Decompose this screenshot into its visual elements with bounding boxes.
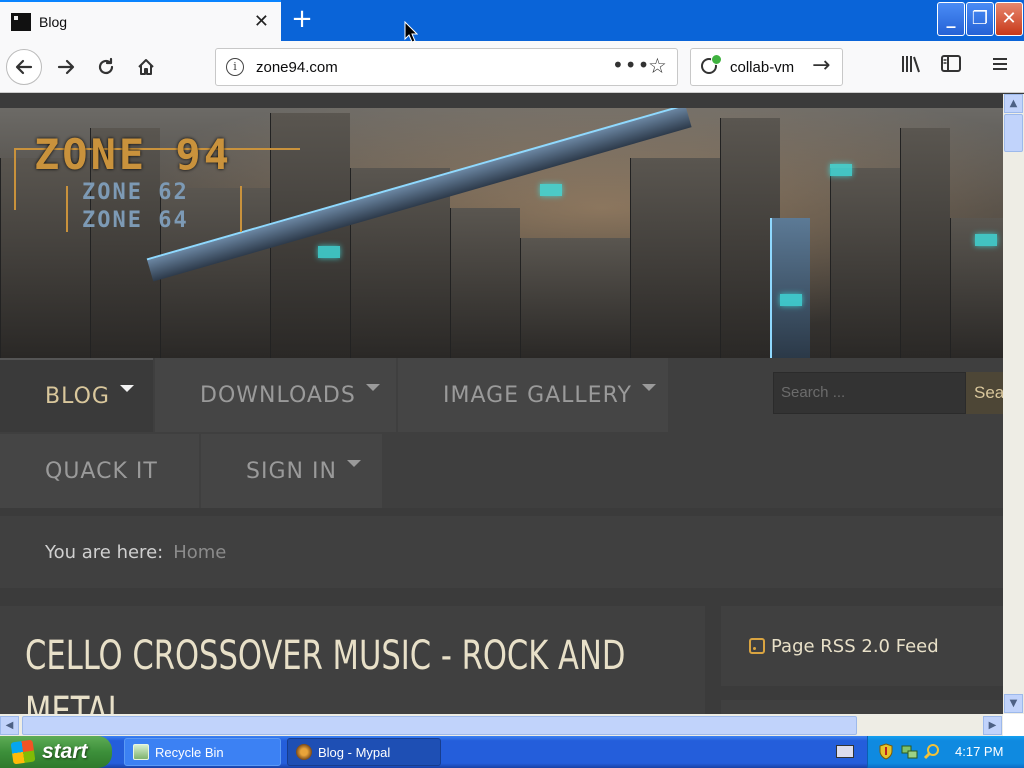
menu-label: DOWNLOADS (200, 382, 356, 408)
rss-feed-link[interactable]: Page RSS 2.0 Feed (771, 636, 939, 657)
dropdown-caret-icon (119, 384, 134, 392)
scroll-left-arrow-icon[interactable]: ◀ (0, 716, 19, 735)
article-panel: CELLO CROSSOVER MUSIC - ROCK AND METAL (0, 606, 705, 714)
tab-close-icon[interactable]: ✕ (254, 11, 269, 32)
windows-flag-icon (10, 739, 36, 765)
taskbar: start Recycle Bin Blog - Mypal 4:17 PM (0, 736, 1024, 768)
menu-label: SIGN IN (246, 458, 337, 484)
reload-icon (98, 57, 114, 75)
search-engine-icon (701, 54, 722, 74)
security-shield-icon[interactable] (878, 743, 894, 760)
menu-item-image-gallery[interactable]: IMAGE GALLERY (398, 358, 668, 432)
menu-label: BLOG (45, 383, 110, 409)
network-icon[interactable] (901, 743, 918, 760)
search-tray-icon[interactable] (923, 743, 939, 760)
keyboard-layout-icon[interactable] (836, 745, 854, 758)
dropdown-caret-icon (641, 383, 656, 391)
breadcrumb-label: You are here: (45, 541, 164, 563)
home-icon (138, 59, 154, 75)
forward-arrow-icon (57, 59, 75, 75)
start-label: start (42, 740, 88, 763)
close-window-button[interactable]: ✕ (995, 2, 1023, 36)
taskbar-item-recycle-bin[interactable]: Recycle Bin (124, 738, 281, 766)
back-button[interactable] (6, 49, 42, 85)
taskbar-item-label: Blog - Mypal (318, 744, 391, 760)
site-main-menu: BLOG DOWNLOADS IMAGE GALLERY QUACK IT SI… (0, 358, 1003, 508)
site-logo[interactable]: ZONE 94 (34, 130, 232, 179)
mouse-cursor-icon (404, 21, 418, 43)
vertical-scrollbar[interactable]: ▲ ▼ (1003, 94, 1024, 714)
page-actions-icon[interactable]: ••• (612, 53, 650, 77)
logo-subtitle-1: ZONE 62 (82, 180, 189, 205)
system-tray: 4:17 PM (867, 736, 1024, 768)
bookmark-star-icon[interactable]: ☆ (648, 54, 667, 78)
page-viewport: ZONE 94 ZONE 62 ZONE 64 BLOG DOWNLOADS I… (0, 94, 1003, 714)
url-text[interactable]: zone94.com (256, 59, 338, 76)
home-button[interactable] (128, 49, 164, 85)
browser-icon (296, 744, 312, 760)
menu-item-downloads[interactable]: DOWNLOADS (155, 358, 396, 432)
tab-strip: Blog ✕ + _ ❐ ✕ (0, 0, 1024, 41)
start-button[interactable]: start (0, 736, 112, 768)
navigation-toolbar: i zone94.com ••• ☆ collab-vm → (0, 41, 1024, 93)
search-go-icon[interactable]: → (812, 53, 830, 78)
dropdown-caret-icon (346, 459, 361, 467)
site-search-input[interactable]: Search ... (773, 372, 966, 414)
search-bar[interactable]: collab-vm → (690, 48, 843, 86)
reload-button[interactable] (88, 49, 124, 85)
recycle-bin-icon (133, 744, 149, 760)
tab-title: Blog (39, 13, 68, 30)
scroll-up-arrow-icon[interactable]: ▲ (1004, 94, 1023, 113)
rss-icon (749, 638, 765, 654)
site-favicon-icon (11, 12, 31, 31)
library-icon[interactable] (900, 54, 922, 79)
scroll-right-arrow-icon[interactable]: ▶ (983, 716, 1002, 735)
monorail-track-vertical (770, 218, 810, 358)
horizontal-scroll-thumb[interactable] (22, 716, 857, 735)
site-search-button[interactable]: Search (966, 372, 1003, 414)
vertical-scroll-thumb[interactable] (1004, 114, 1023, 152)
maximize-button[interactable]: ❐ (966, 2, 994, 36)
back-arrow-icon (15, 59, 33, 75)
address-bar[interactable]: i zone94.com ••• ☆ (215, 48, 678, 86)
taskbar-item-blog[interactable]: Blog - Mypal (287, 738, 441, 766)
breadcrumb-home-link[interactable]: Home (173, 542, 226, 563)
breadcrumb: You are here: Home (0, 516, 1003, 588)
menu-label: IMAGE GALLERY (443, 382, 632, 408)
taskbar-item-label: Recycle Bin (155, 744, 224, 760)
menu-item-sign-in[interactable]: SIGN IN (201, 434, 382, 508)
site-banner: ZONE 94 ZONE 62 ZONE 64 (0, 108, 1003, 358)
scroll-down-arrow-icon[interactable]: ▼ (1004, 694, 1023, 713)
sidebar-icon[interactable] (940, 54, 962, 79)
logo-subtitle-2: ZONE 64 (82, 208, 189, 233)
search-text[interactable]: collab-vm (730, 59, 794, 76)
site-info-icon[interactable]: i (226, 58, 244, 76)
minimize-button[interactable]: _ (937, 2, 965, 36)
horizontal-scrollbar[interactable]: ◀ ▶ (0, 714, 1003, 736)
rss-feed-panel[interactable]: Page RSS 2.0 Feed (721, 606, 1003, 686)
system-clock[interactable]: 4:17 PM (955, 744, 1003, 759)
menu-item-blog[interactable]: BLOG (0, 358, 153, 432)
menu-item-quack-it[interactable]: QUACK IT (0, 434, 199, 508)
scrollbar-corner (1003, 714, 1024, 736)
forward-button[interactable] (48, 49, 84, 85)
hamburger-menu-icon[interactable] (990, 54, 1010, 79)
dropdown-caret-icon (365, 383, 380, 391)
sidebar-panel (721, 700, 1003, 714)
menu-label: QUACK IT (45, 458, 158, 484)
tab-blog[interactable]: Blog ✕ (0, 0, 281, 41)
article-title[interactable]: CELLO CROSSOVER MUSIC - ROCK AND METAL (25, 628, 688, 714)
new-tab-button[interactable]: + (289, 5, 315, 33)
